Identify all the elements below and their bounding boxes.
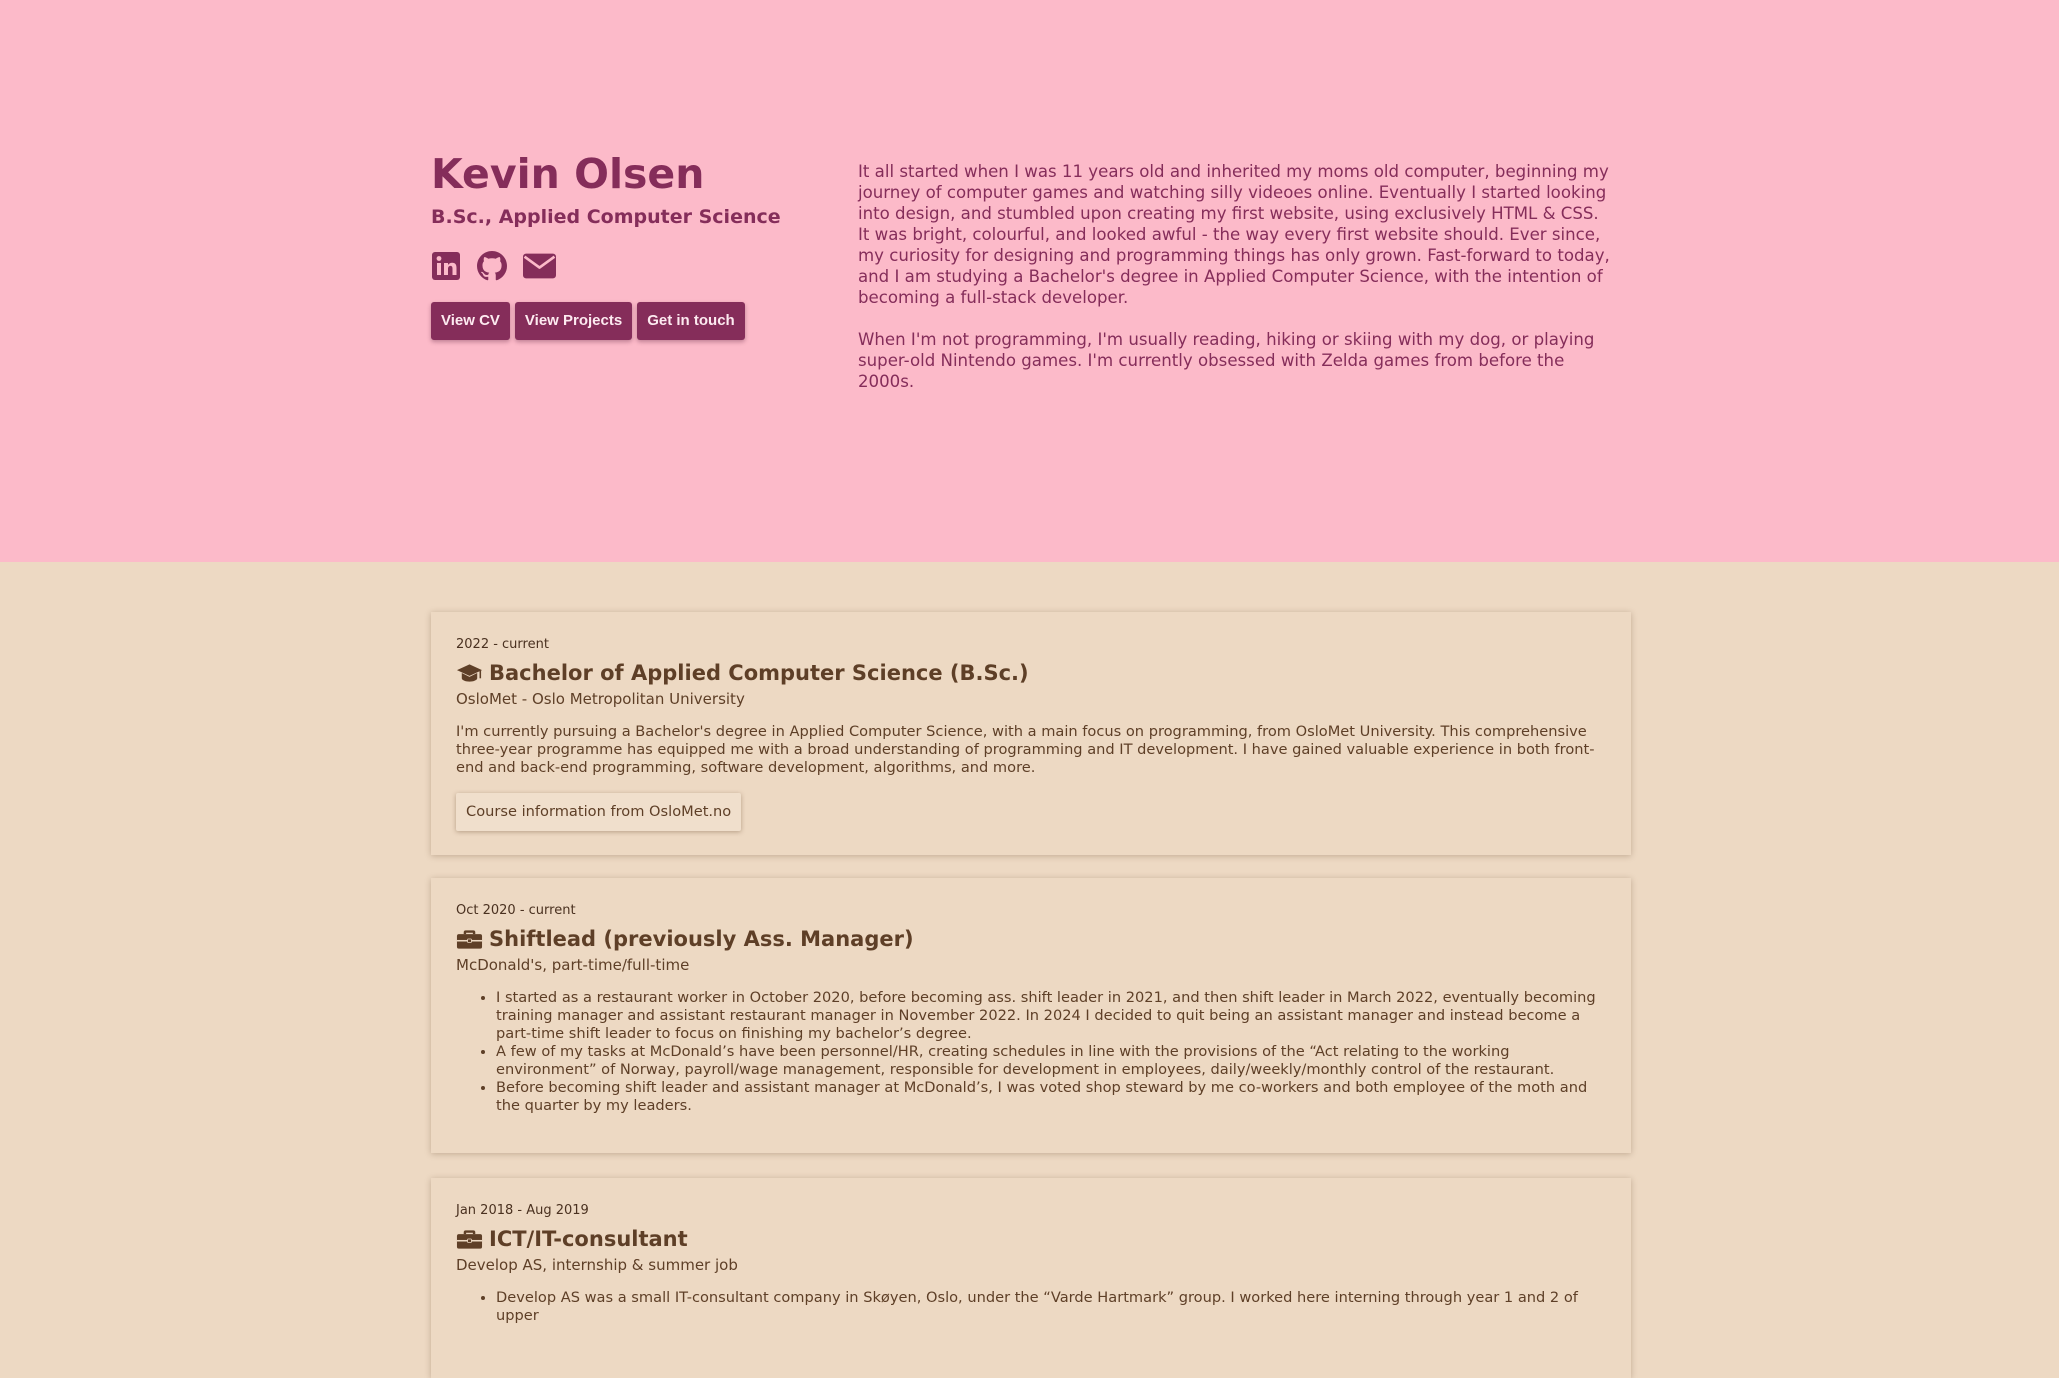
entry-title: Bachelor of Applied Computer Science (B.…: [456, 659, 1606, 687]
profile-block: Kevin Olsen B.Sc., Applied Computer Scie…: [431, 148, 811, 340]
list-item: A few of my tasks at McDonald’s have bee…: [496, 1043, 1606, 1079]
entry-title-text: Shiftlead (previously Ass. Manager): [489, 927, 914, 951]
hero-section: Kevin Olsen B.Sc., Applied Computer Scie…: [0, 0, 2059, 562]
entry-description: I'm currently pursuing a Bachelor's degr…: [456, 723, 1595, 776]
view-projects-button[interactable]: View Projects: [514, 302, 633, 340]
entry-date: 2022 - current: [456, 637, 549, 652]
briefcase-icon: [456, 930, 483, 949]
action-buttons: View CV View Projects Get in touch: [431, 302, 811, 340]
briefcase-icon: [456, 1230, 483, 1249]
entry-date: Jan 2018 - Aug 2019: [456, 1203, 589, 1218]
linkedin-icon: [432, 252, 460, 280]
entry-title: ICT/IT-consultant: [456, 1225, 1606, 1253]
social-links: [431, 250, 811, 282]
education-card: 2022 - current Bachelor of Applied Compu…: [431, 612, 1631, 855]
entry-title: Shiftlead (previously Ass. Manager): [456, 925, 1606, 953]
github-link[interactable]: [477, 251, 507, 281]
entry-bullet-list: Develop AS was a small IT-consultant com…: [456, 1289, 1606, 1325]
course-info-link[interactable]: Course information from OsloMet.no: [456, 793, 742, 831]
envelope-icon: [523, 253, 556, 279]
entry-organization: McDonald's, part-time/full-time: [456, 956, 690, 974]
list-item: I started as a restaurant worker in Octo…: [496, 989, 1606, 1043]
entry-bullet-list: I started as a restaurant worker in Octo…: [456, 989, 1606, 1115]
entry-organization: OsloMet - Oslo Metropolitan University: [456, 690, 745, 708]
list-item: Develop AS was a small IT-consultant com…: [496, 1289, 1606, 1325]
graduation-cap-icon: [456, 664, 483, 682]
about-paragraph: It all started when I was 11 years old a…: [858, 162, 1610, 307]
profile-degree: B.Sc., Applied Computer Science: [431, 206, 781, 228]
list-item: Before becoming shift leader and assista…: [496, 1079, 1606, 1115]
get-in-touch-button[interactable]: Get in touch: [637, 302, 745, 340]
profile-name: Kevin Olsen: [431, 150, 705, 198]
entry-organization: Develop AS, internship & summer job: [456, 1256, 738, 1274]
entry-title-text: Bachelor of Applied Computer Science (B.…: [489, 661, 1029, 685]
entry-title-text: ICT/IT-consultant: [489, 1227, 688, 1251]
github-icon: [477, 251, 507, 281]
email-link[interactable]: [523, 253, 556, 279]
linkedin-link[interactable]: [431, 251, 461, 281]
view-cv-button[interactable]: View CV: [431, 302, 510, 340]
entry-date: Oct 2020 - current: [456, 903, 576, 918]
about-paragraph: When I'm not programming, I'm usually re…: [858, 330, 1595, 391]
job-card: Oct 2020 - current Shiftlead (previously…: [431, 878, 1631, 1153]
job-card: Jan 2018 - Aug 2019 ICT/IT-consultant De…: [431, 1178, 1631, 1378]
about-text: It all started when I was 11 years old a…: [858, 161, 1614, 392]
